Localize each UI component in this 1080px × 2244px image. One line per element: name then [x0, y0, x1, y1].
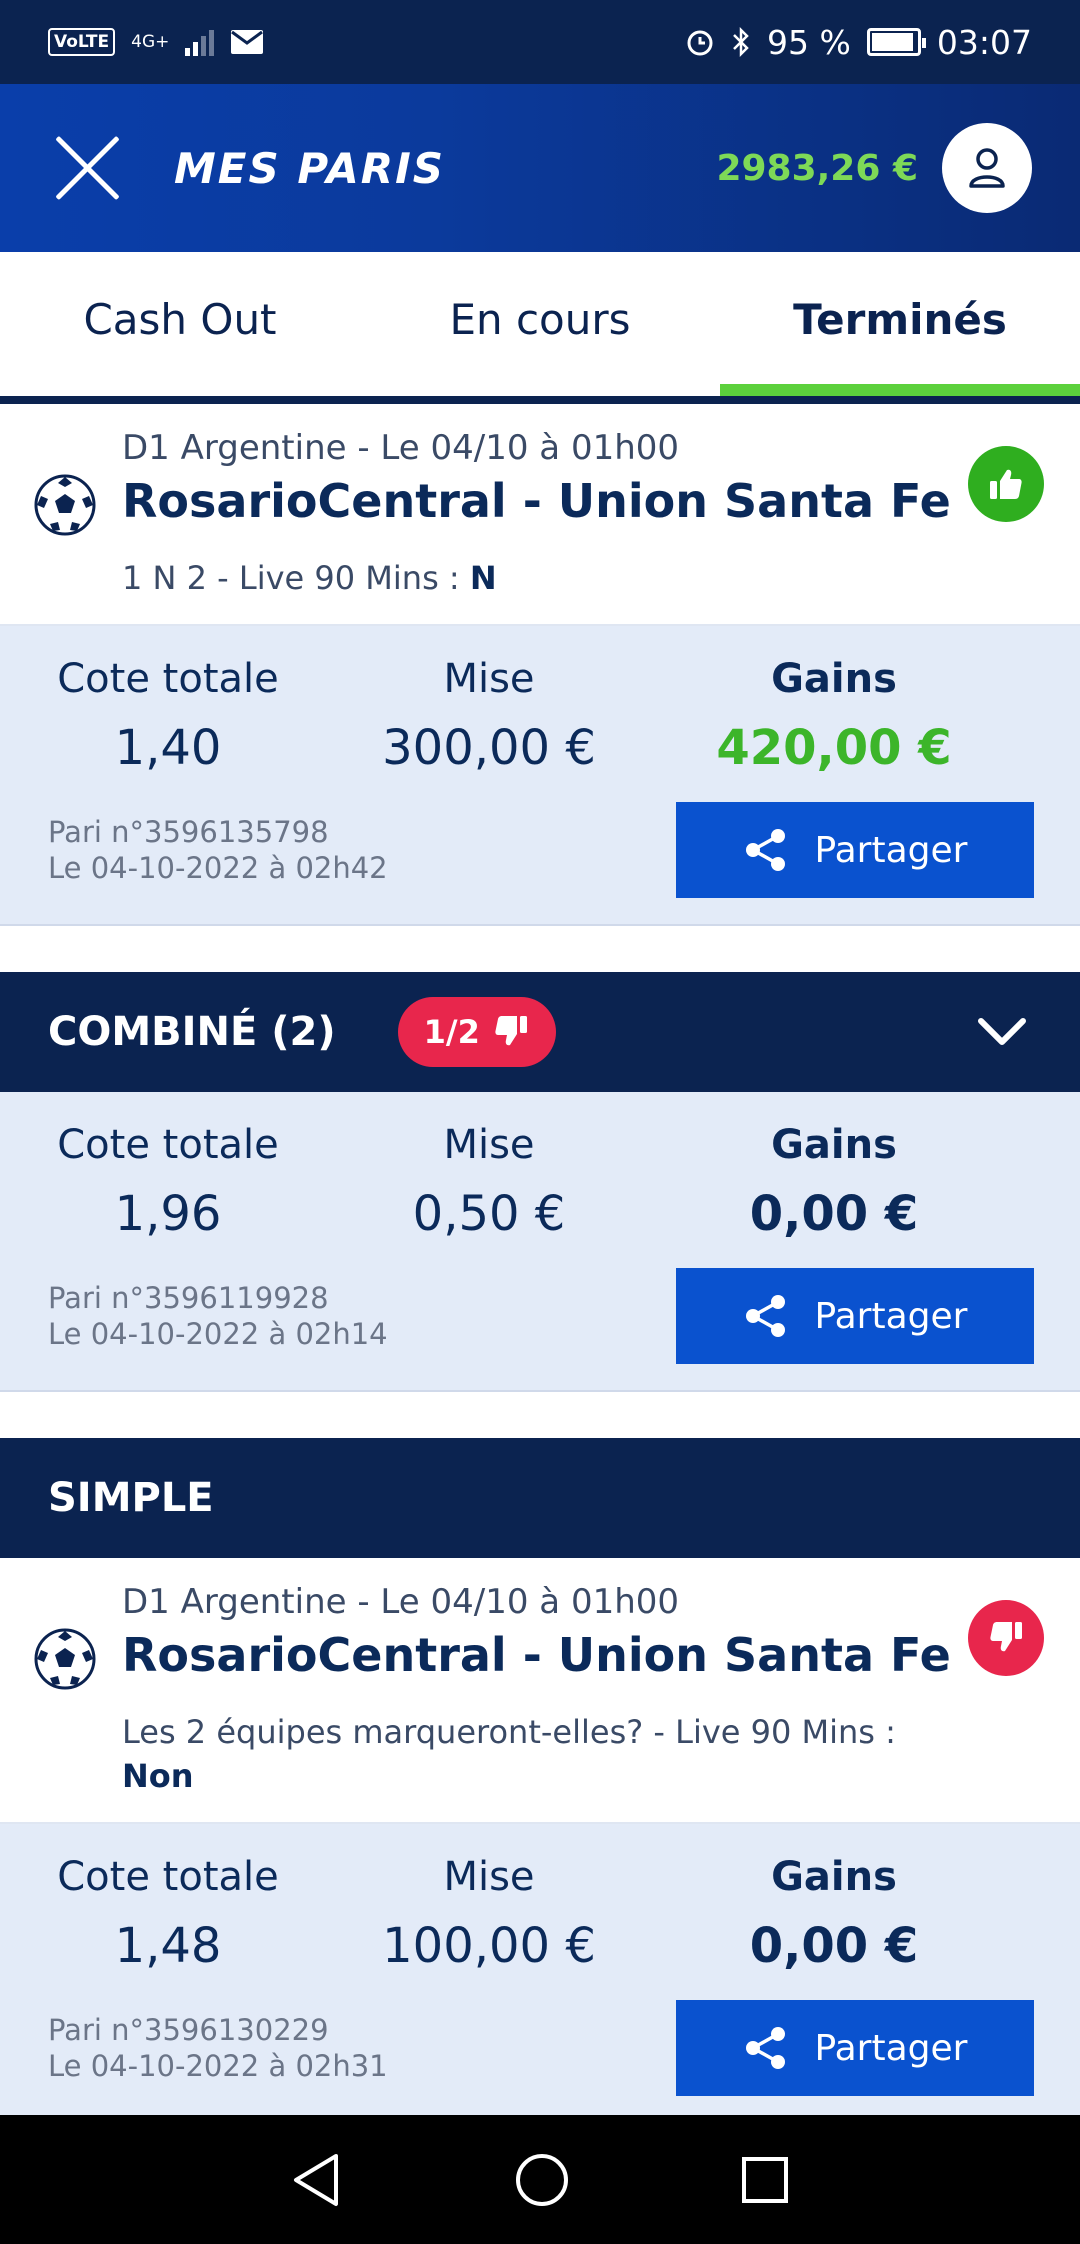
- match-teams[interactable]: RosarioCentral - Union Santa Fe: [122, 474, 1046, 528]
- football-icon: [34, 474, 96, 536]
- thumbs-up-icon: [968, 446, 1044, 522]
- simple-header: SIMPLE: [0, 1438, 1080, 1558]
- thumbs-down-icon: [968, 1600, 1044, 1676]
- bets-tabs: Cash Out En cours Terminés: [0, 252, 1080, 404]
- bet-date: Le 04-10-2022 à 02h31: [48, 2049, 388, 2083]
- bet-selection: 1 N 2 - Live 90 Mins : N: [122, 556, 1046, 600]
- combo-title: COMBINÉ (2): [48, 1009, 336, 1055]
- share-label: Partager: [814, 1295, 968, 1337]
- share-label: Partager: [814, 2027, 968, 2069]
- user-icon[interactable]: [942, 123, 1032, 213]
- stake-label: Mise: [443, 1122, 535, 1168]
- recents-icon[interactable]: [740, 2155, 790, 2205]
- chevron-down-icon[interactable]: [972, 1002, 1032, 1062]
- odds-value: 1,48: [114, 1918, 222, 1974]
- bet-date: Le 04-10-2022 à 02h14: [48, 1317, 388, 1351]
- page-title: MES PARIS: [174, 143, 446, 193]
- selection-value: N: [469, 559, 497, 597]
- bet-id: Pari n°3596130229: [48, 2013, 329, 2047]
- selection-value: Non: [122, 1757, 194, 1795]
- bet-match-card: D1 Argentine - Le 04/10 à 01h00 RosarioC…: [0, 1558, 1080, 1824]
- stake-value: 0,50 €: [412, 1186, 566, 1242]
- share-button[interactable]: Partager: [676, 1268, 1034, 1364]
- combo-header[interactable]: COMBINÉ (2) 1/2: [0, 972, 1080, 1092]
- back-icon[interactable]: [290, 2152, 344, 2208]
- spacer: [0, 926, 1080, 972]
- tab-en-cours[interactable]: En cours: [360, 252, 720, 396]
- bets-list[interactable]: D1 Argentine - Le 04/10 à 01h00 RosarioC…: [0, 404, 1080, 2115]
- volte-indicator: VoLTE: [48, 28, 116, 56]
- league-date: D1 Argentine - Le 04/10 à 01h00: [122, 428, 680, 468]
- status-left: VoLTE 4G+: [48, 28, 264, 56]
- bet-summary: Cote totale 1,40 Mise 300,00 € Gains 420,00…: [0, 626, 1080, 926]
- battery-icon: [866, 28, 926, 56]
- odds-value: 1,96: [114, 1186, 222, 1242]
- network-type: 4G+: [131, 31, 170, 52]
- system-nav-bar: [0, 2115, 1080, 2244]
- gains-value: 0,00 €: [749, 1918, 919, 1974]
- share-icon: [745, 1295, 785, 1337]
- match-teams[interactable]: RosarioCentral - Union Santa Fe: [122, 1628, 1046, 1682]
- gains-label: Gains: [771, 1854, 897, 1900]
- bet-id: Pari n°3596135798: [48, 815, 329, 849]
- gains-value: 420,00 €: [716, 720, 952, 776]
- tab-cash-out[interactable]: Cash Out: [0, 252, 360, 396]
- stake-label: Mise: [443, 656, 535, 702]
- battery-percent: 95 %: [767, 22, 851, 62]
- stake-label: Mise: [443, 1854, 535, 1900]
- gains-label: Gains: [771, 656, 897, 702]
- combo-result-badge: 1/2: [397, 997, 556, 1067]
- odds-label: Cote totale: [57, 1122, 279, 1168]
- league-date: D1 Argentine - Le 04/10 à 01h00: [122, 1582, 680, 1622]
- mail-icon: [231, 30, 264, 54]
- signal-icon: [185, 28, 215, 56]
- app-header: MES PARIS 2983,26 €: [0, 84, 1080, 252]
- bet-id: Pari n°3596119928: [48, 1281, 329, 1315]
- gains-label: Gains: [771, 1122, 897, 1168]
- bet-date: Le 04-10-2022 à 02h42: [48, 851, 388, 885]
- odds-label: Cote totale: [57, 1854, 279, 1900]
- combo-summary: Cote totale 1,96 Mise 0,50 € Gains 0,00 € P…: [0, 1092, 1080, 1392]
- spacer: [0, 1392, 1080, 1438]
- home-icon[interactable]: [514, 2152, 570, 2208]
- bluetooth-icon: [733, 26, 749, 58]
- share-icon: [745, 2027, 785, 2069]
- bet-summary: Cote totale 1,48 Mise 100,00 € Gains 0,00 €…: [0, 1824, 1080, 2115]
- football-icon: [34, 1628, 96, 1690]
- simple-title: SIMPLE: [48, 1475, 214, 1521]
- gains-value: 0,00 €: [749, 1186, 919, 1242]
- bet-match-card: D1 Argentine - Le 04/10 à 01h00 RosarioC…: [0, 404, 1080, 626]
- status-right: 95 % 03:07: [685, 23, 1032, 62]
- thumbs-down-icon: [495, 1016, 527, 1046]
- bet-selection: Les 2 équipes marqueront-elles? - Live 9…: [122, 1710, 1046, 1798]
- share-icon: [745, 829, 785, 871]
- account-balance: 2983,26 €: [716, 147, 918, 189]
- stake-value: 300,00 €: [382, 720, 596, 776]
- share-label: Partager: [814, 829, 968, 871]
- tab-termines[interactable]: Terminés: [720, 252, 1080, 396]
- combo-badge-text: 1/2: [423, 1013, 480, 1051]
- share-button[interactable]: Partager: [676, 2000, 1034, 2096]
- stake-value: 100,00 €: [382, 1918, 596, 1974]
- market-label: Les 2 équipes marqueront-elles? - Live 9…: [122, 1713, 896, 1751]
- odds-value: 1,40: [114, 720, 222, 776]
- odds-label: Cote totale: [57, 656, 279, 702]
- close-icon[interactable]: [48, 129, 126, 207]
- status-bar: VoLTE 4G+ 95 % 03:07: [0, 0, 1080, 84]
- alarm-icon: [687, 30, 713, 56]
- clock: 03:07: [936, 22, 1032, 62]
- share-button[interactable]: Partager: [676, 802, 1034, 898]
- market-label: 1 N 2 - Live 90 Mins :: [122, 559, 470, 597]
